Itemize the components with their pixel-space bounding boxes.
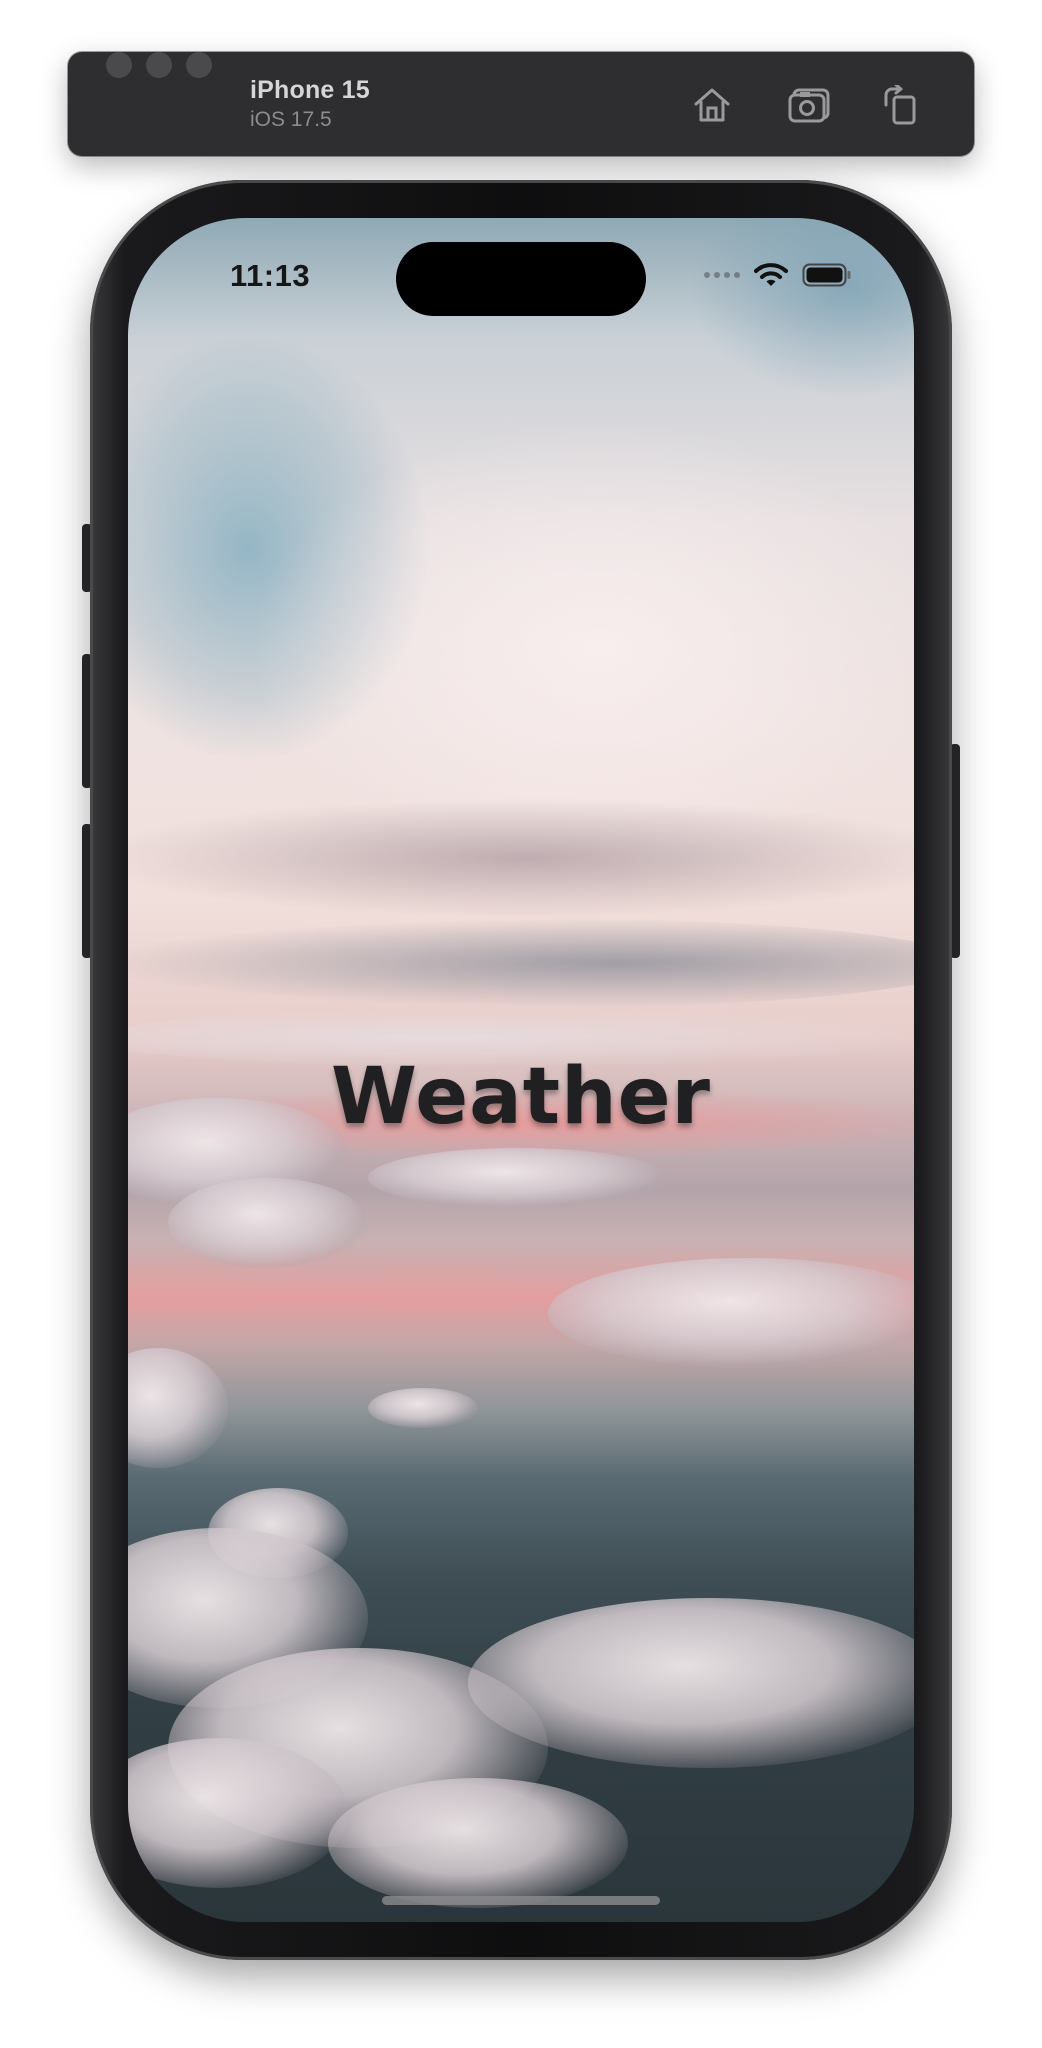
app-screen: Weather 11:13	[128, 218, 914, 1922]
cloud	[168, 1178, 368, 1268]
zoom-window-button[interactable]	[186, 52, 212, 78]
battery-icon	[802, 263, 851, 287]
cloud	[368, 1388, 478, 1428]
rotate-icon	[884, 85, 916, 125]
simulator-window: iPhone 15 iOS 17.5 Weather 11:13	[0, 0, 1042, 2048]
status-time: 11:13	[230, 258, 311, 293]
home-icon	[694, 88, 730, 122]
status-icons	[704, 260, 852, 290]
close-window-button[interactable]	[106, 52, 132, 78]
cellular-signal-icon	[704, 260, 740, 290]
minimize-window-button[interactable]	[146, 52, 172, 78]
cloud	[368, 1148, 668, 1208]
rotate-button[interactable]	[876, 82, 924, 128]
wifi-icon	[754, 263, 788, 286]
cloud	[328, 1778, 628, 1908]
home-button[interactable]	[688, 82, 736, 128]
camera-icon	[788, 88, 830, 123]
simulator-toolbar: iPhone 15 iOS 17.5	[68, 52, 974, 156]
screenshot-button[interactable]	[786, 82, 834, 128]
device-os-version: iOS 17.5	[250, 108, 332, 131]
home-indicator[interactable]	[382, 1896, 660, 1905]
device-name: iPhone 15	[250, 76, 370, 104]
app-title: Weather	[331, 1052, 711, 1142]
dynamic-island	[396, 242, 646, 316]
